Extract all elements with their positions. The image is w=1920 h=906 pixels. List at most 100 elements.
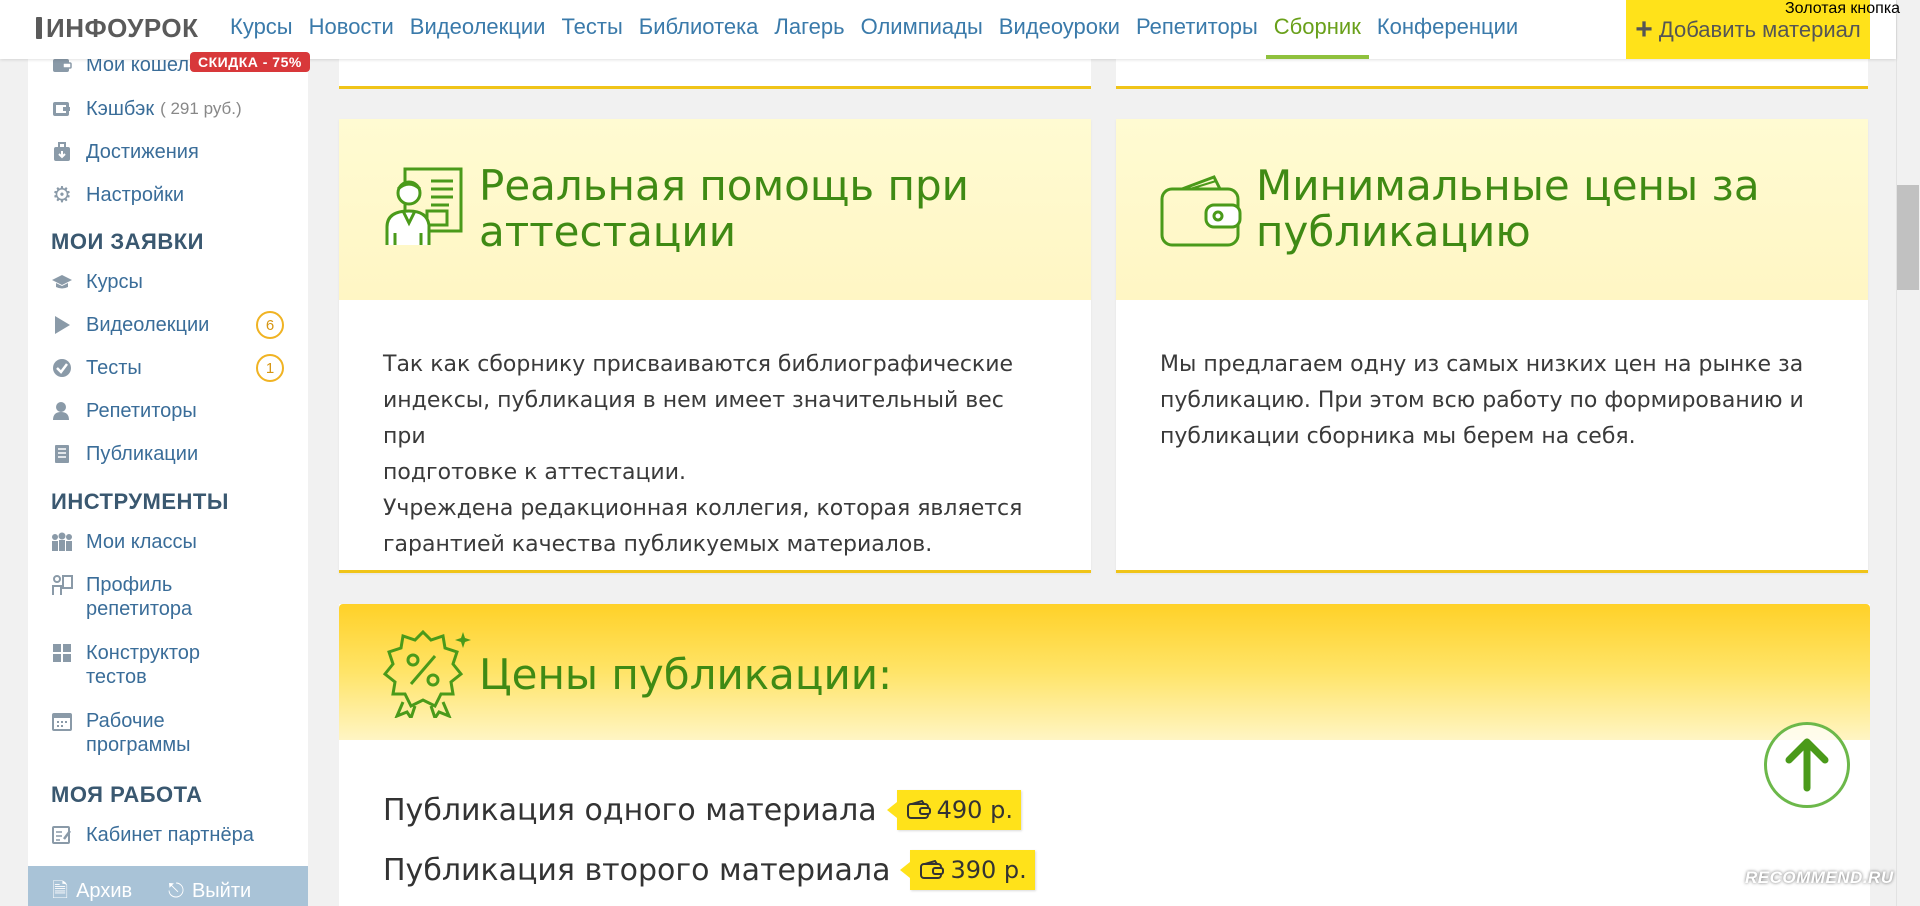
- sidebar-item-achievements[interactable]: Достижения: [50, 140, 199, 164]
- book-icon: [50, 442, 74, 466]
- graduation-cap-icon: [50, 270, 74, 294]
- label-line-1: Рабочие: [86, 710, 165, 732]
- sidebar-item-tutor-profile[interactable]: Профиль репетитора: [50, 573, 192, 621]
- grid-icon: [50, 641, 74, 665]
- body-line: Так как сборнику присваиваются библиогра…: [383, 352, 1014, 377]
- scrollbar-thumb[interactable]: [1897, 185, 1919, 290]
- card-body: Мы предлагаем одну из самых низких цен н…: [1160, 347, 1828, 455]
- sidebar-item-work-programs[interactable]: Рабочие программы: [50, 709, 191, 757]
- wallet-icon: [906, 800, 931, 819]
- card-body: Так как сборнику присваиваются библиогра…: [383, 347, 1051, 563]
- nav-courses[interactable]: Курсы: [222, 0, 301, 59]
- sidebar-item-label: Рабочие программы: [86, 709, 191, 757]
- videolectures-count-badge: 6: [256, 311, 284, 339]
- partner-icon: [50, 823, 74, 847]
- work-heading: МОЯ РАБОТА: [51, 782, 203, 807]
- sidebar-item-label: Конструктор тестов: [86, 641, 200, 689]
- sidebar-item-settings[interactable]: ⚙ Настройки: [50, 183, 184, 207]
- label-line-2: тестов: [86, 666, 147, 688]
- sidebar-item-label: Публикации: [86, 443, 199, 465]
- logout-link[interactable]: ⎋ Выйти: [168, 876, 251, 906]
- sidebar-item-partner-cabinet[interactable]: Кабинет партнёра: [50, 823, 254, 847]
- tutor-icon: [50, 399, 74, 423]
- add-material-label: Добавить материал: [1658, 16, 1861, 42]
- feature-card-low-prices: Минимальные цены за публикацию Мы предлаг…: [1116, 119, 1868, 573]
- watermark: RECOMMEND.RU: [1745, 868, 1894, 887]
- logout-label: Выйти: [191, 880, 252, 902]
- logout-icon: ⎋: [168, 880, 184, 902]
- sidebar-item-label: Видеолекции: [86, 314, 210, 336]
- main-nav: Курсы Новости Видеолекции Тесты Библиоте…: [222, 0, 1526, 59]
- top-navigation-bar: ИНФОУРОК Курсы Новости Видеолекции Тесты…: [0, 0, 1896, 59]
- nav-tutors[interactable]: Репетиторы: [1128, 0, 1266, 59]
- title-line-1: Минимальные цены за: [1256, 161, 1760, 210]
- label-line-1: Профиль: [86, 574, 173, 596]
- achievement-icon: [50, 140, 74, 164]
- archive-icon: 🗎: [52, 880, 69, 902]
- nav-videolectures[interactable]: Видеолекции: [402, 0, 554, 59]
- arrow-up-icon: [1785, 738, 1829, 792]
- nav-collection[interactable]: Сборник: [1265, 0, 1369, 59]
- sidebar-item-label: Тесты: [86, 357, 142, 379]
- title-line-2: аттестации: [479, 207, 736, 256]
- play-icon: [50, 313, 74, 337]
- label-line-1: Конструктор: [86, 642, 201, 664]
- sidebar-item-label: Настройки: [86, 184, 185, 206]
- nav-camp[interactable]: Лагерь: [766, 0, 852, 59]
- archive-link[interactable]: 🗎 Архив: [52, 876, 132, 906]
- nav-news[interactable]: Новости: [301, 0, 402, 59]
- calendar-icon: [50, 709, 74, 733]
- gear-icon: ⚙: [52, 182, 72, 207]
- nav-olympiads[interactable]: Олимпиады: [853, 0, 991, 59]
- group-icon: [50, 530, 74, 554]
- profile-icon: [50, 573, 74, 597]
- sidebar-item-my-classes[interactable]: Мои классы: [50, 530, 197, 554]
- sidebar-item-label: Достижения: [86, 141, 199, 163]
- price-tag: 490 р.: [886, 790, 1021, 830]
- sidebar-item-label: Репетиторы: [86, 400, 197, 422]
- label-line-2: репетитора: [86, 598, 193, 620]
- sidebar-item-publications[interactable]: Публикации: [50, 442, 198, 466]
- nav-tests[interactable]: Тесты: [553, 0, 630, 59]
- price-row-second: Публикация второго материала 390 р.: [383, 850, 1035, 890]
- body-line: гарантией качества публикуемых материало…: [383, 532, 933, 557]
- price-label: Публикация второго материала: [383, 852, 891, 888]
- sidebar-item-label: Кэшбэк: [86, 98, 155, 120]
- price-value: 390 р.: [950, 856, 1027, 884]
- sidebar-item-tests[interactable]: Тесты: [50, 356, 142, 380]
- scroll-to-top-button[interactable]: [1764, 722, 1850, 808]
- tools-heading: ИНСТРУМЕНТЫ: [51, 489, 229, 514]
- discount-badge: СКИДКА - 75%: [190, 52, 310, 72]
- price-label: Публикация одного материала: [383, 792, 877, 828]
- prices-title: Цены публикации:: [479, 650, 893, 699]
- site-logo[interactable]: ИНФОУРОК: [36, 12, 199, 43]
- label-line-2: программы: [86, 734, 191, 756]
- body-line: индексы, публикация в нем имеет значител…: [383, 388, 1004, 449]
- body-line: публикацию. При этом всю работу по форми…: [1160, 388, 1804, 413]
- sidebar-item-test-constructor[interactable]: Конструктор тестов: [50, 641, 200, 689]
- sidebar-item-cashback[interactable]: Кэшбэк ( 291 руб.): [50, 97, 242, 121]
- nav-conferences[interactable]: Конференции: [1369, 0, 1526, 59]
- wallet-icon: [1160, 175, 1242, 247]
- logo-text: ИНФОУРОК: [46, 12, 199, 43]
- price-tag: 390 р.: [900, 850, 1035, 890]
- archive-label: Архив: [76, 880, 133, 902]
- wallet-icon: [920, 860, 945, 879]
- discount-badge-icon: [383, 629, 471, 718]
- nav-library[interactable]: Библиотека: [631, 0, 767, 59]
- body-line: публикации сборника мы берем на себя.: [1160, 424, 1636, 449]
- page-scrollbar[interactable]: [1896, 0, 1920, 906]
- price-value: 490 р.: [936, 796, 1013, 824]
- nav-videolessons[interactable]: Видеоуроки: [991, 0, 1128, 59]
- previous-card-left: [339, 59, 1091, 89]
- sidebar-item-tutors[interactable]: Репетиторы: [50, 399, 197, 423]
- sidebar: Мой кошелёк Кэшбэк( 291 руб.) Достижения…: [28, 54, 308, 906]
- sidebar-item-videolectures[interactable]: Видеолекции: [50, 313, 209, 337]
- body-line: Учреждена редакционная коллегия, которая…: [383, 496, 1023, 521]
- body-line: подготовке к аттестации.: [383, 460, 687, 485]
- prices-section: Цены публикации: Публикация одного матер…: [339, 604, 1870, 906]
- sidebar-item-courses[interactable]: Курсы: [50, 270, 143, 294]
- sidebar-footer: 🗎 Архив ⎋ Выйти: [28, 866, 308, 906]
- card-title: Реальная помощь при аттестации: [479, 163, 969, 255]
- gold-button-label[interactable]: Золотая кнопка: [1785, 0, 1900, 18]
